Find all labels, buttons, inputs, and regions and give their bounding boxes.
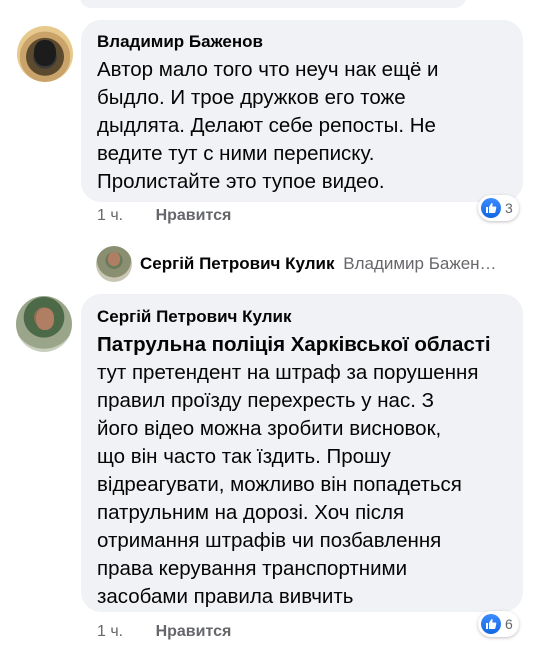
reply-preview[interactable]: Сергій Петрович Кулик Владимир Бажен… [140,253,497,275]
reply-avatar[interactable] [96,246,132,282]
comment-line: патрульним на дорозі. Хоч після [97,501,405,524]
avatar-face [36,308,54,330]
reaction-badge[interactable]: 3 [478,195,519,221]
comment-meta: 1 ч. Нравится [97,206,231,226]
previous-comment-bubble [80,0,466,8]
comment-line: правил проїзду перехресть у нас. З [97,389,434,412]
comment-line: Пролистайте это тупое видео. [97,170,385,193]
avatar[interactable] [16,296,72,352]
comment-line: його відео можна зробити висновок, [97,417,442,440]
comment-meta: 1 ч. Нравится [97,622,231,642]
avatar[interactable] [17,26,73,82]
mention-link[interactable]: Патрульна поліція Харківської області [97,331,491,359]
comment-line: ведите тут с ними переписку. [97,142,375,165]
comment-line: відреагувати, можливо він попадеться [97,473,462,496]
avatar-face [108,252,120,266]
thumbs-up-icon [481,614,501,634]
comment-line: Автор мало того что неуч нак ещё и [97,58,439,81]
avatar-face [34,40,56,66]
comment-text: тут претендент на штраф за порушення пра… [97,359,517,611]
comment-line: дыдлята. Делают себе репосты. Не [97,114,436,137]
comment-line: що він часто так їздить. Прошу [97,445,391,468]
comment-author[interactable]: Владимир Баженов [97,32,263,52]
comment-time[interactable]: 1 ч. [97,623,123,640]
thumbs-up-icon [481,198,501,218]
reaction-count: 6 [505,616,513,632]
reply-snippet: Владимир Бажен… [343,254,497,273]
reply-author: Сергій Петрович Кулик [140,254,335,273]
comment-text: Автор мало того что неуч нак ещё и быдло… [97,56,517,196]
comment-line: тут претендент на штраф за порушення [97,361,479,384]
like-button[interactable]: Нравится [156,207,232,224]
reaction-count: 3 [505,200,513,216]
comment-author[interactable]: Сергій Петрович Кулик [97,307,292,327]
comment-line: засобами правила вивчить [97,585,354,608]
comment-time[interactable]: 1 ч. [97,207,123,224]
comment-line: быдло. И трое дружков его тоже [97,86,406,109]
reaction-badge[interactable]: 6 [478,611,519,637]
like-button[interactable]: Нравится [156,623,232,640]
comment-line: права керування транспортними [97,557,408,580]
comment-line: отримання штрафів чи позбавлення [97,529,442,552]
